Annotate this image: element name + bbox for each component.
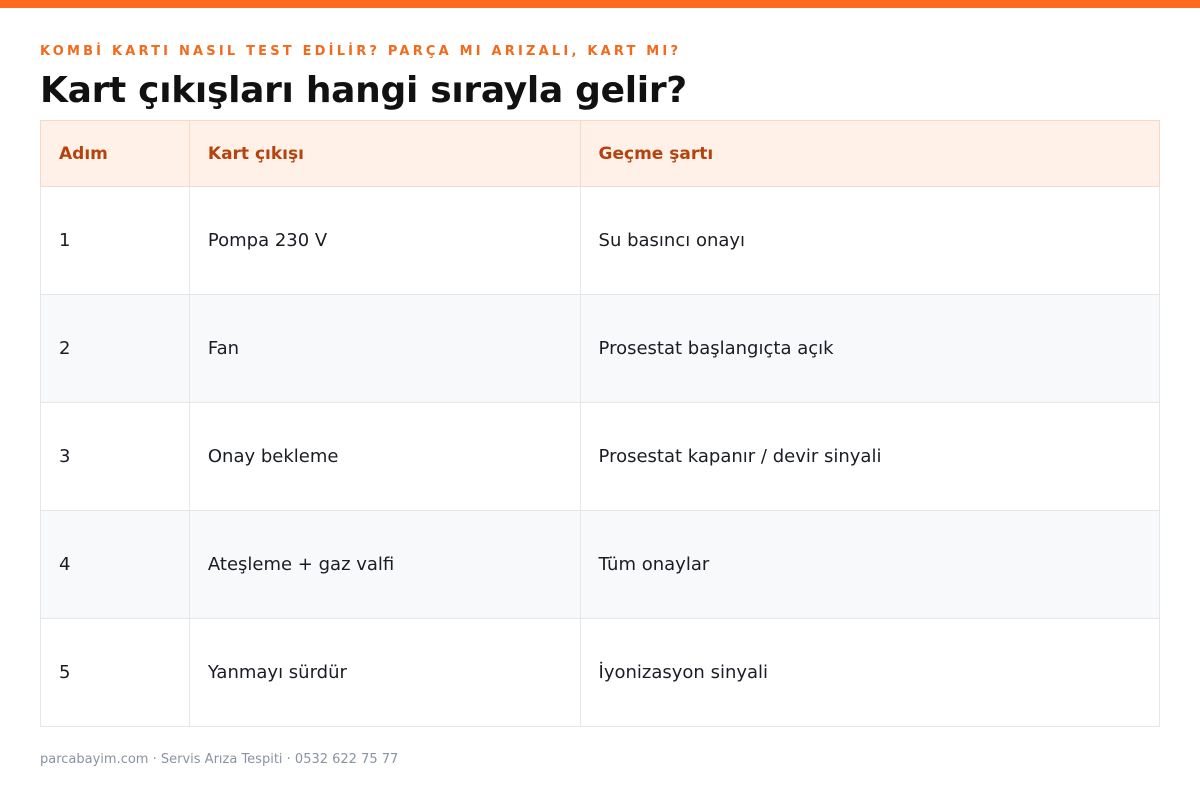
step-number: 2 [40, 294, 190, 403]
step-number: 5 [40, 618, 190, 727]
card-output: Fan [188, 294, 581, 403]
pass-condition: Su basıncı onayı [579, 186, 1161, 295]
step-number: 4 [40, 510, 190, 619]
page-title: Kart çıkışları hangi sırayla gelir? [40, 70, 687, 111]
pass-condition: Prosestat başlangıçta açık [579, 294, 1161, 403]
eyebrow-subtitle: KOMBİ KARTI NASIL TEST EDİLİR? PARÇA MI … [40, 44, 682, 59]
card-output: Onay bekleme [188, 402, 581, 511]
steps-table: Adım Kart çıkışı Geçme şartı 1 Pompa 230… [40, 120, 1161, 727]
accent-top-bar [0, 0, 1200, 8]
column-header-condition: Geçme şartı [579, 120, 1161, 187]
pass-condition: Tüm onaylar [579, 510, 1161, 619]
column-header-step: Adım [40, 120, 190, 187]
table-row: 4 Ateşleme + gaz valfi Tüm onaylar [40, 510, 1161, 619]
column-header-output: Kart çıkışı [188, 120, 581, 187]
pass-condition: İyonizasyon sinyali [579, 618, 1161, 727]
step-number: 1 [40, 186, 190, 295]
card-output: Ateşleme + gaz valfi [188, 510, 581, 619]
table-header-row: Adım Kart çıkışı Geçme şartı [40, 120, 1161, 187]
footer-contact: parcabayim.com · Servis Arıza Tespiti · … [40, 752, 399, 767]
table-row: 1 Pompa 230 V Su basıncı onayı [40, 186, 1161, 295]
pass-condition: Prosestat kapanır / devir sinyali [579, 402, 1161, 511]
step-number: 3 [40, 402, 190, 511]
card-output: Yanmayı sürdür [188, 618, 581, 727]
table-row: 5 Yanmayı sürdür İyonizasyon sinyali [40, 618, 1161, 727]
table-row: 3 Onay bekleme Prosestat kapanır / devir… [40, 402, 1161, 511]
table-row: 2 Fan Prosestat başlangıçta açık [40, 294, 1161, 403]
card-output: Pompa 230 V [188, 186, 581, 295]
